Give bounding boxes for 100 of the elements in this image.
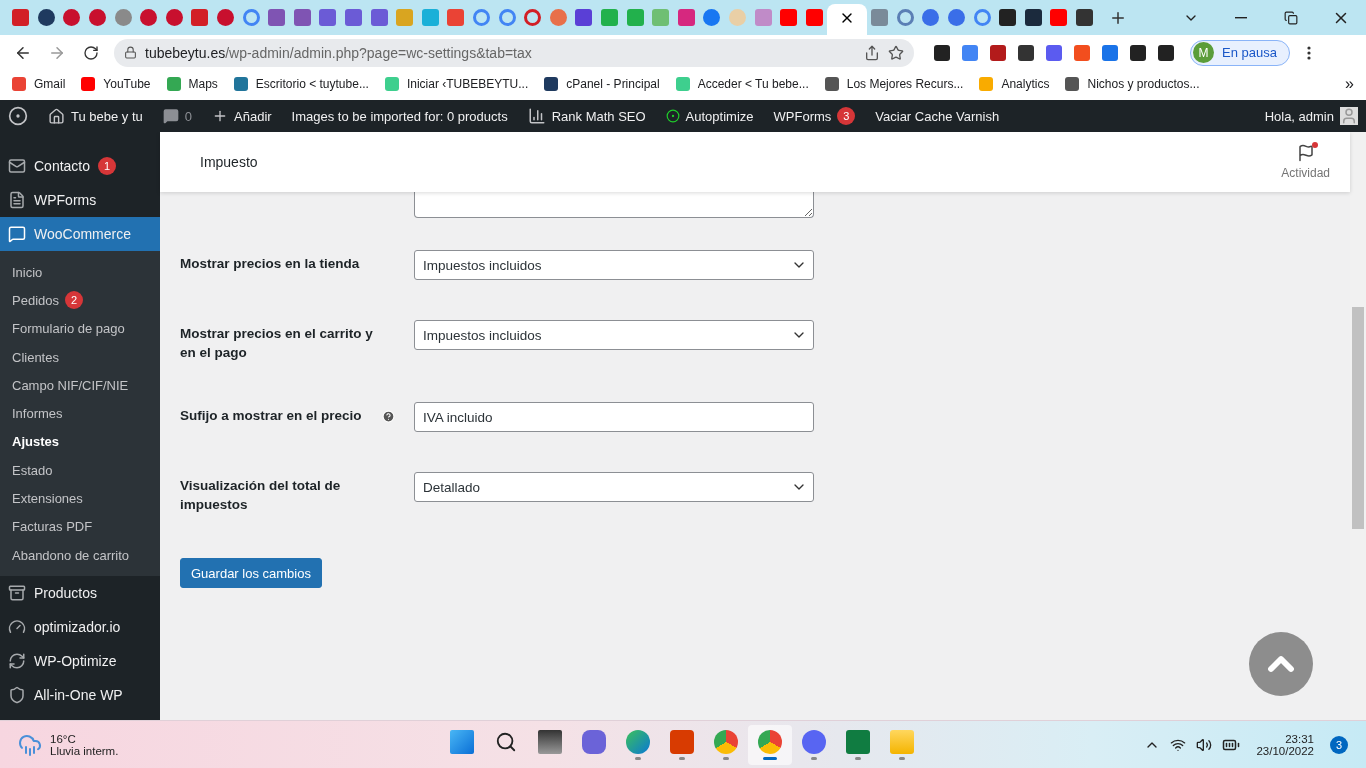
- running-indicator: [899, 756, 905, 760]
- bookmark-link[interactable]: Analytics: [979, 76, 1050, 91]
- submenu-item[interactable]: Formulario de pago: [0, 314, 160, 343]
- menu-icon: [1306, 45, 1311, 60]
- user-icon: [1340, 107, 1358, 125]
- wpforms-link[interactable]: WPForms 3: [773, 107, 856, 125]
- running-indicator: [635, 756, 641, 760]
- count-badge: 1: [98, 157, 117, 175]
- submenu-item[interactable]: Extensiones: [0, 484, 160, 513]
- submenu-item[interactable]: Abandono de carrito: [0, 540, 160, 570]
- field-label: Mostrar precios en la tienda: [180, 255, 361, 273]
- app-icon: [890, 729, 914, 754]
- avatar-icon: M: [1193, 42, 1214, 63]
- comment-icon: [162, 108, 179, 124]
- app-icon: [670, 729, 694, 754]
- bookmark-link[interactable]: Maps: [166, 76, 218, 91]
- select-field[interactable]: Impuestos incluidos: [414, 250, 814, 280]
- textarea-field[interactable]: [414, 192, 814, 218]
- running-indicator: [763, 756, 777, 760]
- site-link[interactable]: Tu bebe y tu: [48, 107, 143, 125]
- app-icon: [582, 729, 606, 754]
- bookmark-link[interactable]: Gmail: [12, 76, 66, 91]
- menu-icon-archive: [8, 584, 26, 603]
- app-icon: [626, 729, 650, 754]
- scrollbar-thumb[interactable]: [1352, 307, 1364, 529]
- menu-icon-mail: [8, 157, 26, 175]
- submenu-item[interactable]: Pedidos 2: [0, 286, 160, 315]
- bookmark-link[interactable]: Los Mejores Recurs...: [824, 76, 964, 91]
- submenu-item[interactable]: Estado: [0, 456, 160, 485]
- ring-icon: [665, 109, 680, 123]
- more-bookmarks[interactable]: »: [1345, 74, 1354, 93]
- rank-math-link[interactable]: Rank Math SEO: [527, 107, 646, 125]
- autoptimize-link[interactable]: Autoptimize: [665, 108, 754, 124]
- menu-icon-form: [8, 191, 26, 209]
- restore-icon: [1284, 10, 1298, 25]
- clock[interactable]: 23:31 23/10/2022: [1256, 732, 1314, 757]
- menu-item[interactable]: WooCommerce: [0, 217, 160, 251]
- app-icon: [450, 729, 474, 754]
- input-field[interactable]: IVA incluido: [414, 402, 814, 432]
- star-icon[interactable]: [888, 44, 904, 61]
- notification-badge[interactable]: 3: [1330, 735, 1348, 754]
- save-button[interactable]: Guardar los cambios: [180, 558, 322, 588]
- menu-icon-shield: [8, 686, 26, 705]
- extension-icon[interactable]: [1018, 44, 1034, 61]
- menu-item[interactable]: WPForms: [0, 183, 160, 217]
- submenu-item[interactable]: Ajustes: [0, 427, 160, 457]
- bookmark-link[interactable]: YouTube: [81, 76, 151, 91]
- home-icon: [48, 107, 65, 125]
- address-bar[interactable]: tubebeytu.es/wp-admin/admin.php?page=wc-settings&tab=tax: [114, 38, 914, 67]
- bookmark-link[interactable]: Acceder < Tu bebe...: [675, 76, 809, 91]
- minimize-icon: [1235, 16, 1247, 19]
- activity-button[interactable]: Actividad: [1275, 143, 1336, 181]
- menu-item[interactable]: optimizador.io: [0, 610, 160, 645]
- extension-icon[interactable]: [1130, 44, 1146, 61]
- submenu-item[interactable]: Facturas PDF: [0, 512, 160, 541]
- search-icon: [495, 730, 517, 753]
- count-badge: 3: [837, 107, 856, 125]
- count-badge: 2: [65, 291, 83, 310]
- running-indicator: [811, 756, 817, 760]
- field-label: Mostrar precios en el carrito y en el pago: [180, 325, 374, 362]
- menu-icon-woo: [8, 225, 26, 243]
- menu-item[interactable]: WP-Optimize: [0, 644, 160, 679]
- bookmark-link[interactable]: Escritorio < tuytube...: [233, 76, 369, 91]
- comments-link[interactable]: 0: [162, 108, 193, 124]
- menu-item[interactable]: All-in-One WP: [0, 678, 160, 713]
- submenu-item[interactable]: Campo NIF/CIF/NIE: [0, 371, 160, 400]
- extension-icon[interactable]: [934, 44, 950, 61]
- menu-item[interactable]: Contacto 1: [0, 149, 160, 183]
- select-field[interactable]: Impuestos incluidos: [414, 320, 814, 350]
- help-icon[interactable]: [382, 410, 395, 423]
- submenu-item[interactable]: Informes: [0, 399, 160, 428]
- bookmark-link[interactable]: cPanel - Principal: [544, 76, 660, 91]
- weather-widget[interactable]: 16°C Lluvia interm.: [18, 732, 119, 757]
- volume-icon[interactable]: [1196, 736, 1213, 753]
- app-icon: [538, 729, 562, 754]
- menu-item[interactable]: Productos: [0, 576, 160, 611]
- bookmark-link[interactable]: Iniciar ‹TUBEBEYTU...: [384, 76, 529, 91]
- reload-icon: [83, 44, 99, 61]
- running-indicator: [855, 756, 861, 760]
- rain-cloud-icon: [18, 732, 42, 757]
- running-indicator: [723, 756, 729, 760]
- app-icon: [758, 729, 782, 754]
- field-label: Sufijo a mostrar en el precio: [180, 407, 363, 425]
- extension-icon[interactable]: [990, 44, 1006, 61]
- menu-icon-optimize: [8, 652, 26, 671]
- bookmark-link[interactable]: Nichos y productos...: [1065, 76, 1200, 91]
- varnish-link[interactable]: Vaciar Cache Varnish: [875, 108, 1000, 124]
- submenu-item[interactable]: Inicio: [0, 258, 160, 287]
- profile-button[interactable]: M En pausa: [1190, 39, 1290, 66]
- app-icon: [846, 729, 870, 754]
- new-link[interactable]: Añadir: [212, 108, 272, 124]
- bar-chart-icon: [527, 107, 546, 125]
- extension-icon[interactable]: [1158, 44, 1174, 61]
- account-link[interactable]: Hola, admin: [1264, 107, 1358, 125]
- select-field[interactable]: Detallado: [414, 472, 814, 502]
- scrollbar[interactable]: [1350, 132, 1366, 720]
- flag-icon: [1296, 144, 1315, 162]
- share-icon[interactable]: [864, 44, 880, 61]
- submenu-item[interactable]: Clientes: [0, 342, 160, 372]
- images-import-link[interactable]: Images to be imported for: 0 products: [291, 108, 508, 124]
